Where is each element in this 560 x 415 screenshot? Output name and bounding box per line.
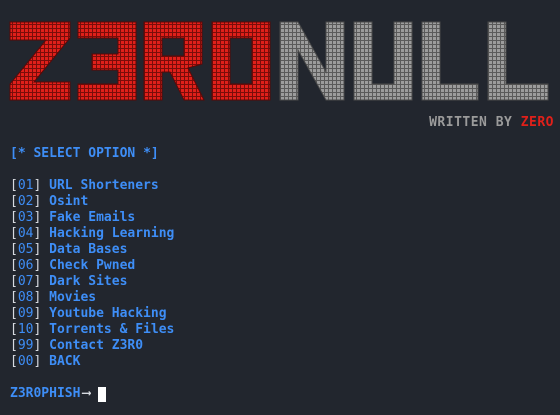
menu-option-07[interactable]: [07] Dark Sites: [10, 274, 174, 290]
banner-logo: [9, 21, 549, 101]
text-cursor[interactable]: [98, 386, 107, 402]
banner-gray-letters: [279, 21, 549, 101]
menu-option-04[interactable]: [04] Hacking Learning: [10, 226, 174, 242]
menu-header-title: SELECT OPTION: [33, 146, 136, 161]
menu-header-open: [*: [10, 146, 26, 161]
option-number: 10: [17, 322, 34, 337]
menu-option-00[interactable]: [00] BACK: [10, 354, 174, 370]
menu-header-close: *]: [143, 146, 159, 161]
ascii-banner: [8, 16, 554, 108]
terminal-window[interactable]: WRITTEN BY ZERO [* SELECT OPTION *] [01]…: [0, 0, 560, 415]
option-label: Dark Sites: [49, 274, 128, 289]
option-number: 02: [17, 194, 34, 209]
option-number: 99: [17, 338, 34, 353]
option-label: Hacking Learning: [49, 226, 175, 241]
menu-option-99[interactable]: [99] Contact Z3R0: [10, 338, 174, 354]
option-number: 01: [17, 178, 34, 193]
menu-option-06[interactable]: [06] Check Pwned: [10, 258, 174, 274]
command-prompt[interactable]: Z3R0PHISH ⟶: [10, 386, 107, 402]
menu-option-05[interactable]: [05] Data Bases: [10, 242, 174, 258]
author-credit: WRITTEN BY ZERO: [429, 115, 554, 131]
option-number: 08: [17, 290, 34, 305]
option-label: Data Bases: [49, 242, 128, 257]
option-number: 05: [17, 242, 34, 257]
option-label: Osint: [49, 194, 89, 209]
option-number: 06: [17, 258, 34, 273]
author-name: ZERO: [520, 115, 554, 130]
author-credit-prefix: WRITTEN BY: [429, 115, 521, 130]
option-label: Torrents & Files: [49, 322, 175, 337]
menu-option-08[interactable]: [08] Movies: [10, 290, 174, 306]
menu-option-01[interactable]: [01] URL Shorteners: [10, 178, 174, 194]
option-number: 03: [17, 210, 34, 225]
option-label: BACK: [49, 354, 81, 369]
option-label: Youtube Hacking: [49, 306, 167, 321]
menu-option-02[interactable]: [02] Osint: [10, 194, 174, 210]
option-label: Movies: [49, 290, 97, 305]
option-number: 00: [17, 354, 34, 369]
option-number: 07: [17, 274, 34, 289]
option-menu: [01] URL Shorteners [02] Osint [03] Fake…: [10, 178, 174, 370]
option-label: Fake Emails: [49, 210, 136, 225]
prompt-arrow-icon: ⟶: [82, 386, 91, 401]
menu-option-03[interactable]: [03] Fake Emails: [10, 210, 174, 226]
menu-option-09[interactable]: [09] Youtube Hacking: [10, 306, 174, 322]
menu-option-10[interactable]: [10] Torrents & Files: [10, 322, 174, 338]
option-number: 04: [17, 226, 34, 241]
option-label: Contact Z3R0: [49, 338, 144, 353]
prompt-label: Z3R0PHISH: [10, 386, 81, 401]
menu-header: [* SELECT OPTION *]: [10, 146, 159, 162]
option-number: 09: [17, 306, 34, 321]
option-label: URL Shorteners: [49, 178, 159, 193]
option-label: Check Pwned: [49, 258, 136, 273]
banner-red-letters: [9, 21, 271, 101]
